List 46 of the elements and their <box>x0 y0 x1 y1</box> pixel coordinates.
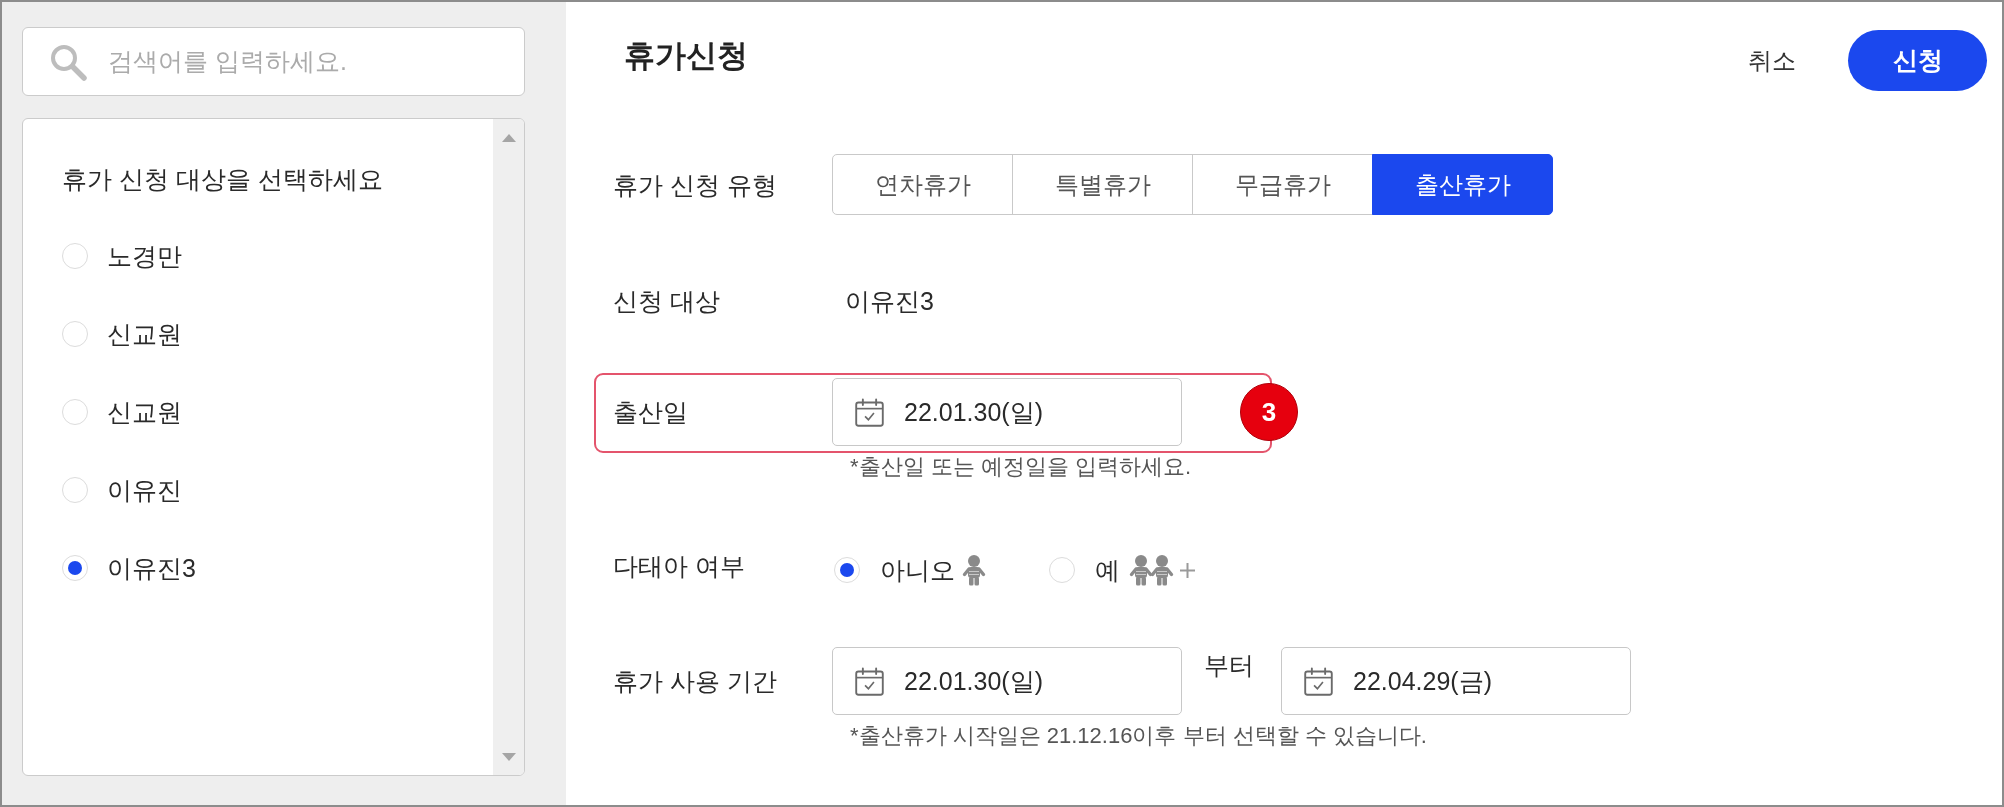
search-field[interactable]: 검색어를 입력하세요. <box>22 27 525 96</box>
scroll-up-arrow-icon[interactable] <box>501 134 516 142</box>
segment-button[interactable]: 무급휴가 <box>1192 154 1373 215</box>
radio-button[interactable] <box>1049 557 1075 583</box>
segment-button[interactable]: 출산휴가 <box>1372 154 1553 215</box>
segment-button[interactable]: 특별휴가 <box>1012 154 1193 215</box>
person-name: 이유진3 <box>107 553 196 584</box>
hint-text: *출산일 또는 예정일을 입력하세요. <box>850 453 1191 481</box>
date-field[interactable]: 22.04.29(금) <box>1281 647 1631 715</box>
calendar-icon <box>1303 665 1334 697</box>
person-name: 신교원 <box>107 319 182 350</box>
field-value: 이유진3 <box>844 286 934 317</box>
field-label: 휴가 사용 기간 <box>613 666 778 697</box>
radio-button[interactable] <box>834 557 860 583</box>
person-name: 이유진 <box>107 475 182 506</box>
date-field[interactable]: 22.01.30(일) <box>832 378 1182 446</box>
baby-icon <box>962 554 986 586</box>
hint-text: *출산휴가 시작일은 21.12.16이후 부터 선택할 수 있습니다. <box>850 722 1427 750</box>
field-label: 출산일 <box>613 397 689 428</box>
scrollbar[interactable] <box>493 119 524 775</box>
radio-button[interactable] <box>62 477 88 503</box>
calendar-icon <box>854 396 885 428</box>
field-label: 다태아 여부 <box>613 551 746 582</box>
radio-button[interactable] <box>62 555 88 581</box>
radio-button[interactable] <box>62 399 88 425</box>
range-label: 부터 <box>1204 650 1254 681</box>
list-heading: 휴가 신청 대상을 선택하세요 <box>62 164 383 195</box>
option-label: 아니오 <box>880 555 955 586</box>
date-field[interactable]: 22.01.30(일) <box>832 647 1182 715</box>
field-label: 신청 대상 <box>613 286 721 317</box>
person-name: 노경만 <box>107 241 182 272</box>
submit-button[interactable]: 신청 <box>1848 30 1987 91</box>
twin-babies-icon <box>1129 554 1174 586</box>
scroll-down-arrow-icon[interactable] <box>501 753 516 761</box>
option-label: 예 <box>1095 555 1120 586</box>
person-name: 신교원 <box>107 397 182 428</box>
segment-button[interactable]: 연차휴가 <box>832 154 1013 215</box>
radio-button[interactable] <box>62 243 88 269</box>
page-title: 휴가신청 <box>624 37 748 75</box>
plus-icon <box>1178 560 1197 580</box>
cancel-button[interactable]: 취소 <box>1722 30 1822 91</box>
radio-button[interactable] <box>62 321 88 347</box>
field-label: 휴가 신청 유형 <box>613 169 778 201</box>
search-icon <box>48 42 88 82</box>
calendar-icon <box>854 665 885 697</box>
step-badge: 3 <box>1240 383 1298 441</box>
